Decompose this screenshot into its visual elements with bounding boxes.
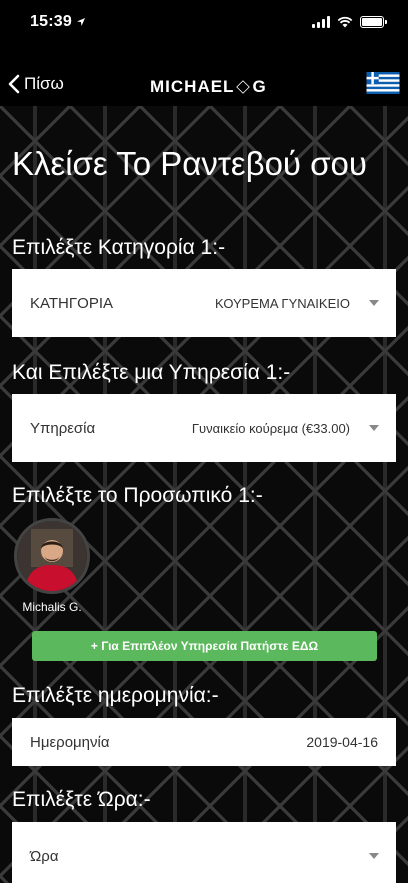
battery-icon <box>360 16 387 28</box>
category-field-label: ΚΑΤΗΓΟΡΙΑ <box>30 294 113 312</box>
greek-flag-icon[interactable] <box>366 72 400 94</box>
service-field-label: Υπηρεσία <box>30 419 96 437</box>
clock: 15:39 <box>30 13 72 30</box>
service-value: Γυναικείο κούρεμα (€33.00) <box>191 420 350 436</box>
staff-name: Michalis G. <box>22 600 82 614</box>
person-photo-icon <box>17 521 87 591</box>
date-field[interactable]: Ημερομηνία 2019-04-16 <box>12 718 396 766</box>
diamond-icon <box>236 80 251 94</box>
caret-down-icon <box>369 300 379 306</box>
page-title: Κλείσε Το Ραντεβού σου <box>12 145 367 182</box>
time-section-label: Επιλέξτε Ώρα:- <box>12 788 151 811</box>
cellular-signal-icon <box>312 16 330 28</box>
status-time: 15:39 <box>30 13 86 31</box>
avatar <box>14 518 90 594</box>
brand-logo: MICHAEL G <box>150 77 267 97</box>
location-arrow-icon <box>76 18 85 26</box>
time-field-label: Ώρα <box>30 847 59 865</box>
navigation-bar: Πίσω MICHAEL G <box>0 44 408 106</box>
date-field-label: Ημερομηνία <box>30 733 110 751</box>
logo-text-left: MICHAEL <box>150 77 235 96</box>
status-bar: 15:39 <box>0 0 408 44</box>
back-button[interactable]: Πίσω <box>8 74 64 94</box>
wifi-icon <box>337 16 353 28</box>
service-select[interactable]: Υπηρεσία Γυναικείο κούρεμα (€33.00) <box>12 394 396 462</box>
category-value: ΚΟΥΡΕΜΑ ΓΥΝΑΙΚΕΙΟ <box>215 295 350 311</box>
back-label: Πίσω <box>24 74 64 93</box>
home-indicator <box>130 870 278 875</box>
logo-text-right: G <box>252 77 267 96</box>
staff-member[interactable]: Michalis G. <box>12 518 92 614</box>
staff-section-label: Επιλέξτε το Προσωπικό 1:- <box>12 484 263 507</box>
chevron-left-icon <box>8 74 20 94</box>
date-section-label: Επιλέξτε ημερομηνία:- <box>12 684 219 707</box>
category-select[interactable]: ΚΑΤΗΓΟΡΙΑ ΚΟΥΡΕΜΑ ΓΥΝΑΙΚΕΙΟ <box>12 269 396 337</box>
add-service-button[interactable]: + Για Επιπλέον Υπηρεσία Πατήστε ΕΔΩ <box>32 631 377 661</box>
service-section-label: Και Επιλέξτε μια Υπηρεσία 1:- <box>12 361 291 384</box>
date-value: 2019-04-16 <box>306 734 378 750</box>
caret-down-icon <box>369 853 379 859</box>
category-section-label: Επιλέξτε Κατηγορία 1:- <box>12 236 226 259</box>
caret-down-icon <box>369 425 379 431</box>
